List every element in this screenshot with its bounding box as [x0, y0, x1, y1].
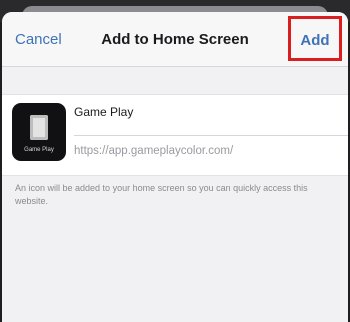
add-to-home-sheet: Cancel Add to Home Screen Add Game Play … — [2, 12, 348, 322]
add-button[interactable]: Add — [288, 16, 342, 61]
info-footnote: An icon will be added to your home scree… — [15, 183, 308, 206]
add-button-label: Add — [300, 32, 330, 49]
divider — [74, 135, 348, 136]
cancel-button[interactable]: Cancel — [15, 31, 62, 48]
app-icon: Game Play — [12, 103, 66, 161]
shortcut-url: https://app.gameplaycolor.com/ — [74, 145, 234, 157]
app-icon-placeholder — [30, 115, 48, 140]
shortcut-name-input[interactable]: Game Play — [74, 105, 336, 119]
shortcut-card: Game Play Game Play https://app.gameplay… — [2, 94, 348, 176]
navigation-bar: Cancel Add to Home Screen Add — [2, 12, 348, 67]
app-icon-caption: Game Play — [24, 147, 54, 153]
